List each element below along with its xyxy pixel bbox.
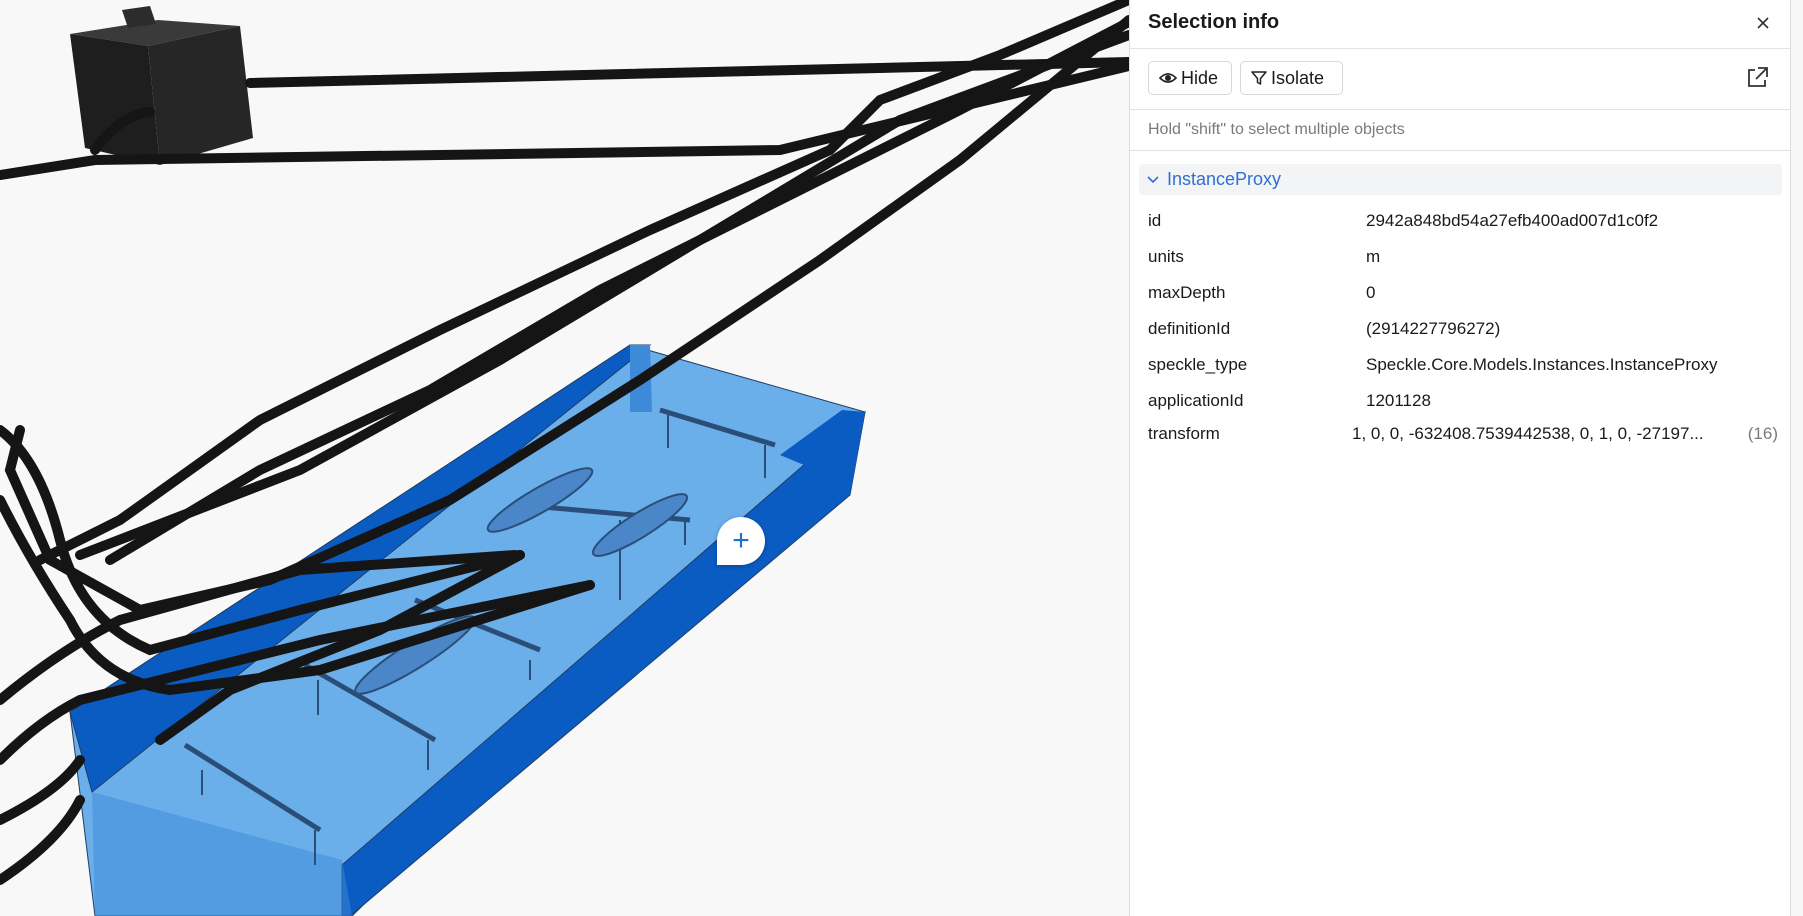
model-scene[interactable]	[0, 0, 1129, 916]
selected-cable-tray[interactable]	[69, 344, 866, 916]
property-value: Speckle.Core.Models.Instances.InstancePr…	[1366, 355, 1718, 374]
hide-label: Hide	[1181, 67, 1219, 88]
array-count: (16)	[1747, 424, 1778, 443]
filter-icon	[1251, 71, 1267, 85]
property-value: m	[1366, 247, 1381, 266]
selection-info-panel: Selection info Hide Isolate Hold "shift"…	[1129, 0, 1791, 916]
property-row-units: units m	[1148, 243, 1778, 273]
property-key: maxDepth	[1148, 283, 1226, 302]
property-row-applicationid: applicationId 1201128	[1148, 387, 1778, 417]
eye-icon	[1159, 73, 1177, 83]
property-key: applicationId	[1148, 391, 1244, 410]
chevron-down-icon	[1147, 175, 1159, 183]
instanceproxy-group-toggle[interactable]: InstanceProxy	[1139, 164, 1782, 195]
property-key: units	[1148, 247, 1184, 266]
multi-select-hint: Hold "shift" to select multiple objects	[1130, 110, 1790, 151]
plus-icon: +	[732, 524, 750, 557]
property-value: 1, 0, 0, -632408.7539442538, 0, 1, 0, -2…	[1352, 424, 1704, 443]
group-label: InstanceProxy	[1167, 169, 1282, 189]
open-external-icon[interactable]	[1744, 65, 1770, 91]
isolate-button[interactable]: Isolate	[1240, 61, 1343, 95]
property-key: id	[1148, 211, 1162, 230]
property-row-transform[interactable]: transform 1, 0, 0, -632408.7539442538, 0…	[1148, 420, 1778, 450]
panel-toolbar: Hide Isolate	[1130, 49, 1790, 110]
panel-header: Selection info	[1130, 0, 1790, 49]
3d-viewport[interactable]: +	[0, 0, 1129, 916]
property-value: 0	[1366, 283, 1376, 302]
property-value: (2914227796272)	[1366, 319, 1501, 338]
isolate-label: Isolate	[1271, 67, 1325, 88]
property-row-definitionid: definitionId (2914227796272)	[1148, 315, 1778, 345]
property-row-maxdepth: maxDepth 0	[1148, 279, 1778, 309]
property-row-id: id 2942a848bd54a27efb400ad007d1c0f2	[1148, 207, 1778, 237]
property-key: transform	[1148, 424, 1220, 443]
property-key: definitionId	[1148, 319, 1231, 338]
add-comment-button[interactable]: +	[717, 517, 765, 565]
property-value: 2942a848bd54a27efb400ad007d1c0f2	[1366, 211, 1659, 230]
property-key: speckle_type	[1148, 355, 1248, 374]
property-row-speckle-type: speckle_type Speckle.Core.Models.Instanc…	[1148, 351, 1778, 381]
close-button[interactable]	[1752, 12, 1774, 34]
panel-title: Selection info	[1148, 11, 1280, 33]
close-icon	[1757, 17, 1769, 29]
hide-button[interactable]: Hide	[1148, 61, 1232, 95]
property-value: 1201128	[1366, 391, 1431, 410]
